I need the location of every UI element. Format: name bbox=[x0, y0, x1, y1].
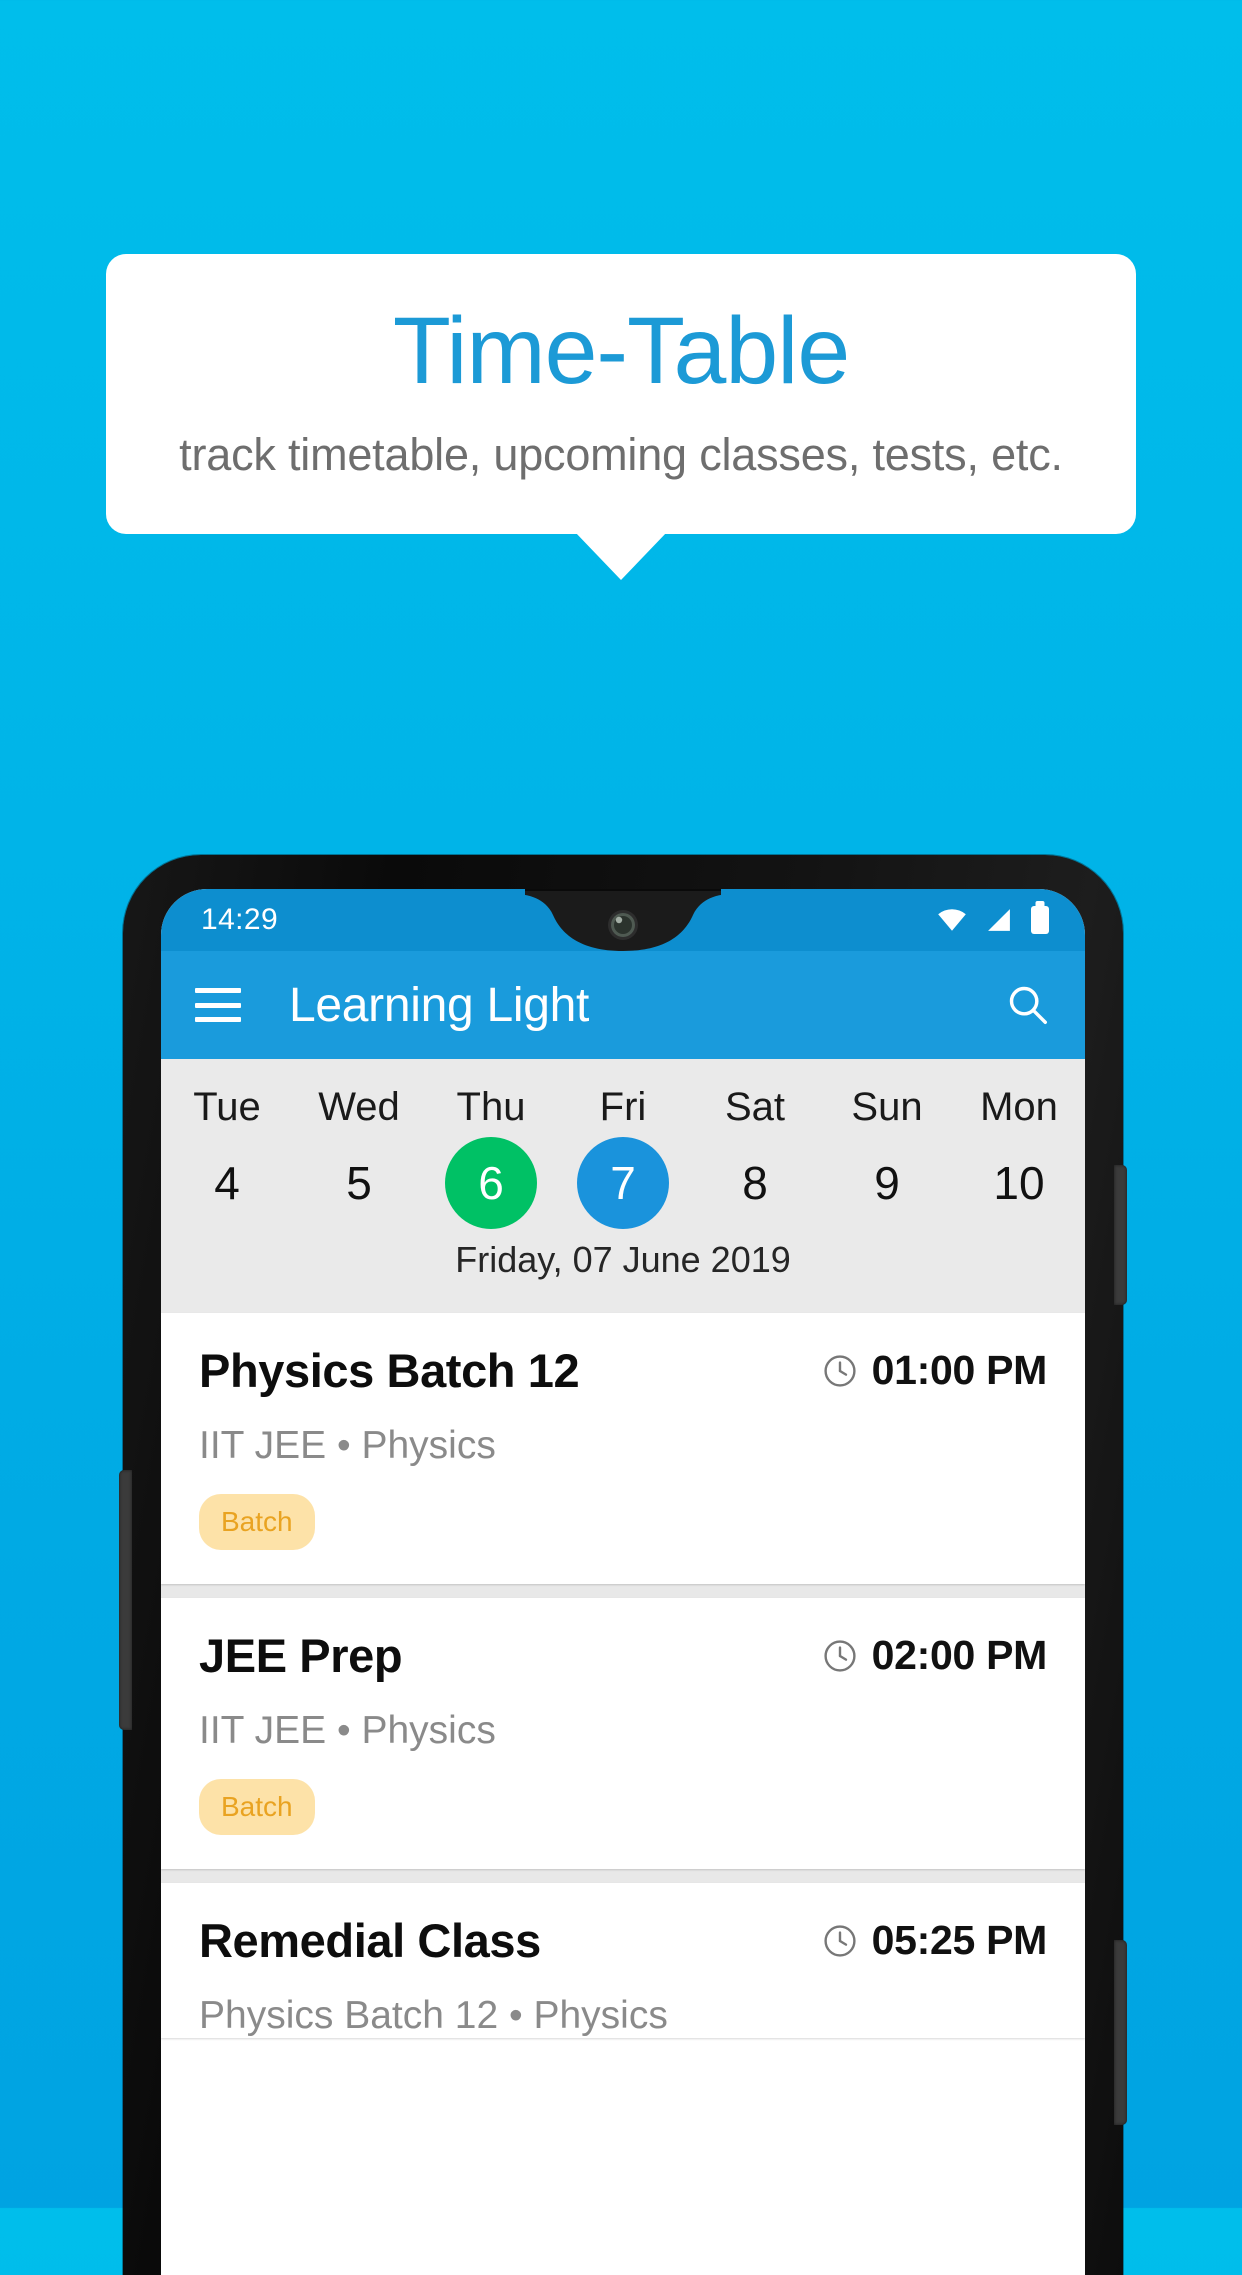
page-title: Time-Table bbox=[392, 298, 850, 404]
class-tag-badge: Batch bbox=[199, 1779, 315, 1835]
weekday-label: Thu bbox=[456, 1085, 526, 1129]
weekday-cell[interactable]: Fri bbox=[557, 1075, 689, 1133]
status-bar: 14:29 bbox=[161, 889, 1085, 951]
class-card[interactable]: Remedial Class 05:25 PM Physics Batch 12… bbox=[161, 1883, 1085, 2038]
class-subtitle: IIT JEE • Physics bbox=[199, 1709, 496, 1752]
assistant-button[interactable] bbox=[1114, 1940, 1127, 2125]
clock-icon bbox=[824, 1924, 856, 1957]
weekday-cell[interactable]: Mon bbox=[953, 1075, 1085, 1133]
promo-banner: Time-Table track timetable, upcoming cla… bbox=[0, 254, 1242, 580]
date-number: 9 bbox=[874, 1157, 900, 1209]
wifi-icon bbox=[938, 909, 966, 931]
date-cell-8[interactable]: 8 bbox=[689, 1133, 821, 1233]
status-bar-clock: 14:29 bbox=[201, 903, 279, 936]
class-title: JEE Prep bbox=[199, 1629, 403, 1682]
app-title: Learning Light bbox=[289, 978, 590, 1032]
date-number: 4 bbox=[214, 1157, 240, 1209]
class-time-group: 02:00 PM bbox=[822, 1632, 1047, 1679]
weekday-cell[interactable]: Tue bbox=[161, 1075, 293, 1133]
date-number-today: 6 bbox=[445, 1137, 537, 1229]
phone-screen: 14:29 Learning Light Tue Wed Thu Fri Sat… bbox=[161, 889, 1085, 2275]
date-cell-7-selected[interactable]: 7 bbox=[557, 1133, 689, 1233]
class-card[interactable]: Physics Batch 12 01:00 PM IIT JEE • Phys… bbox=[161, 1313, 1085, 1584]
selected-date-label: Friday, 07 June 2019 bbox=[455, 1239, 791, 1280]
class-time-group: 05:25 PM bbox=[822, 1917, 1047, 1964]
class-subtitle: IIT JEE • Physics bbox=[199, 1424, 496, 1467]
class-card[interactable]: JEE Prep 02:00 PM IIT JEE • Physics Batc… bbox=[161, 1598, 1085, 1869]
class-subtitle: Physics Batch 12 • Physics bbox=[199, 1994, 668, 2037]
weekday-cell[interactable]: Sun bbox=[821, 1075, 953, 1133]
clock-icon bbox=[824, 1354, 856, 1387]
battery-icon bbox=[1031, 906, 1049, 934]
search-icon[interactable] bbox=[1005, 982, 1051, 1028]
weekday-label: Fri bbox=[599, 1085, 647, 1129]
speech-bubble: Time-Table track timetable, upcoming cla… bbox=[106, 254, 1136, 580]
weekday-label: Sun bbox=[851, 1085, 923, 1129]
weekday-row: Tue Wed Thu Fri Sat Sun Mon bbox=[161, 1075, 1085, 1133]
class-tag-badge: Batch bbox=[199, 1494, 315, 1550]
phone-mockup: 14:29 Learning Light Tue Wed Thu Fri Sat… bbox=[119, 855, 1127, 2275]
hamburger-menu-icon[interactable] bbox=[195, 988, 241, 1022]
class-title: Remedial Class bbox=[199, 1914, 541, 1967]
date-cell-5[interactable]: 5 bbox=[293, 1133, 425, 1233]
class-card-header: Remedial Class 05:25 PM bbox=[199, 1913, 1047, 1968]
date-number: 5 bbox=[346, 1157, 372, 1209]
class-card-header: JEE Prep 02:00 PM bbox=[199, 1628, 1047, 1683]
class-time: 01:00 PM bbox=[871, 1347, 1048, 1393]
class-time: 05:25 PM bbox=[871, 1917, 1048, 1963]
date-strip: Tue Wed Thu Fri Sat Sun Mon 4 5 6 7 8 9 … bbox=[161, 1059, 1085, 1313]
date-number: 8 bbox=[742, 1157, 768, 1209]
class-card-header: Physics Batch 12 01:00 PM bbox=[199, 1343, 1047, 1398]
volume-button[interactable] bbox=[119, 1470, 132, 1730]
date-cell-9[interactable]: 9 bbox=[821, 1133, 953, 1233]
date-number-row: 4 5 6 7 8 9 10 bbox=[161, 1133, 1085, 1233]
power-button[interactable] bbox=[1114, 1165, 1127, 1305]
class-time: 02:00 PM bbox=[871, 1632, 1048, 1678]
weekday-label: Wed bbox=[318, 1085, 400, 1129]
speech-bubble-tail bbox=[575, 531, 667, 580]
weekday-cell[interactable]: Thu bbox=[425, 1075, 557, 1133]
app-bar: Learning Light bbox=[161, 951, 1085, 1059]
date-cell-6-today[interactable]: 6 bbox=[425, 1133, 557, 1233]
date-cell-10[interactable]: 10 bbox=[953, 1133, 1085, 1233]
date-number: 10 bbox=[993, 1157, 1045, 1209]
date-cell-4[interactable]: 4 bbox=[161, 1133, 293, 1233]
weekday-label: Mon bbox=[980, 1085, 1058, 1129]
class-title: Physics Batch 12 bbox=[199, 1344, 580, 1397]
class-list: Physics Batch 12 01:00 PM IIT JEE • Phys… bbox=[161, 1313, 1085, 2038]
class-time-group: 01:00 PM bbox=[822, 1347, 1047, 1394]
status-bar-icons bbox=[937, 906, 1049, 934]
signal-icon bbox=[988, 909, 1010, 931]
clock-icon bbox=[824, 1639, 856, 1672]
weekday-cell[interactable]: Wed bbox=[293, 1075, 425, 1133]
weekday-label: Sat bbox=[724, 1085, 786, 1129]
date-number-selected: 7 bbox=[577, 1137, 669, 1229]
page-subtitle: track timetable, upcoming classes, tests… bbox=[179, 428, 1063, 480]
weekday-cell[interactable]: Sat bbox=[689, 1075, 821, 1133]
weekday-label: Tue bbox=[193, 1085, 261, 1129]
